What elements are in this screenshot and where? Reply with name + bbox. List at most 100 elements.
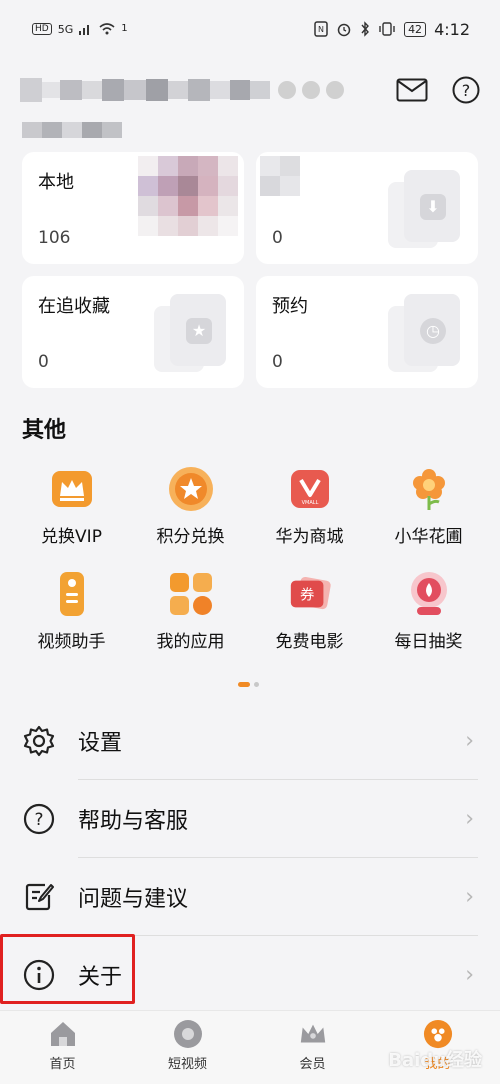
hd-badge: HD bbox=[32, 23, 52, 35]
svg-text:?: ? bbox=[462, 81, 471, 100]
svg-text:N: N bbox=[318, 25, 324, 34]
points-star-icon bbox=[168, 466, 214, 512]
chevron-right-icon: › bbox=[465, 728, 474, 754]
list-item-label: 设置 bbox=[78, 731, 123, 756]
badge-icon bbox=[302, 81, 320, 99]
nav-label: 短视频 bbox=[167, 1057, 207, 1072]
card-following[interactable]: 在追收藏 0 ★ bbox=[22, 276, 244, 388]
other-apps-grid: 兑换VIP 积分兑换 VMALL 华为商城 小华花圃 视频助手 我的应用 券 免 bbox=[12, 466, 488, 652]
app-label: 华为商城 bbox=[275, 527, 344, 547]
feedback-edit-icon bbox=[22, 880, 56, 914]
status-bar: HD 5G 1 N 42 4:12 bbox=[0, 0, 500, 58]
app-label: 兑换VIP bbox=[41, 527, 102, 547]
page-dot-active bbox=[238, 682, 250, 687]
app-daily-lottery[interactable]: 每日抽奖 bbox=[369, 571, 488, 652]
page-dot bbox=[254, 682, 259, 687]
list-item-feedback[interactable]: 问题与建议 › bbox=[0, 858, 500, 936]
badge-icon bbox=[326, 81, 344, 99]
ticket-icon: 券 bbox=[287, 571, 333, 617]
card-reservations[interactable]: 预约 0 ◷ bbox=[256, 276, 478, 388]
bluetooth-icon bbox=[361, 21, 370, 37]
nav-label: 首页 bbox=[49, 1057, 76, 1072]
app-label: 我的应用 bbox=[156, 632, 225, 652]
gear-icon bbox=[22, 724, 56, 758]
battery-indicator: 42 bbox=[404, 21, 427, 37]
nav-membership[interactable]: 会员 bbox=[250, 1011, 375, 1084]
nav-short-video[interactable]: 短视频 bbox=[125, 1011, 250, 1084]
nav-home[interactable]: 首页 bbox=[0, 1011, 125, 1084]
blurred-username[interactable] bbox=[20, 78, 344, 102]
clock-time: 4:12 bbox=[434, 19, 470, 39]
profile-icon bbox=[423, 1019, 453, 1049]
nav-label: 会员 bbox=[299, 1057, 326, 1072]
vip-crown-icon bbox=[49, 466, 95, 512]
signal-icon bbox=[79, 25, 90, 35]
list-item-help[interactable]: ? 帮助与客服 › bbox=[0, 780, 500, 858]
download-icon: ⬇ bbox=[388, 170, 460, 248]
card-count: 0 bbox=[272, 228, 283, 248]
wifi-icon bbox=[99, 23, 115, 35]
flower-icon bbox=[406, 466, 452, 512]
settings-list: 设置 › ? 帮助与客服 › 问题与建议 › 关于 › bbox=[0, 702, 500, 1014]
apps-grid-icon bbox=[168, 571, 214, 617]
remote-icon bbox=[49, 571, 95, 617]
nfc-icon: N bbox=[314, 21, 328, 37]
crown-icon bbox=[298, 1019, 328, 1049]
bottom-nav: 首页 短视频 会员 我的 Baidu经验 bbox=[0, 1010, 500, 1084]
star-icon: ★ bbox=[154, 294, 226, 372]
library-cards: 本地 106 0 ⬇ 在追收藏 0 ★ 预约 0 ◷ bbox=[22, 152, 478, 388]
list-item-settings[interactable]: 设置 › bbox=[0, 702, 500, 780]
vibrate-icon bbox=[379, 22, 395, 36]
badge-icon bbox=[278, 81, 296, 99]
list-item-label: 问题与建议 bbox=[78, 887, 189, 912]
svg-text:?: ? bbox=[34, 810, 43, 830]
card-count: 106 bbox=[38, 228, 71, 248]
card-count: 0 bbox=[38, 352, 49, 372]
app-my-apps[interactable]: 我的应用 bbox=[131, 571, 250, 652]
chevron-right-icon: › bbox=[465, 962, 474, 988]
profile-header: ? bbox=[0, 58, 500, 122]
help-icon[interactable]: ? bbox=[452, 76, 480, 104]
network-badge: 5G bbox=[57, 22, 74, 36]
mail-icon[interactable] bbox=[396, 78, 428, 102]
status-right: N 42 4:12 bbox=[314, 20, 470, 39]
svg-text:VMALL: VMALL bbox=[301, 500, 318, 506]
page-indicator[interactable] bbox=[238, 682, 259, 687]
app-label: 小华花圃 bbox=[394, 527, 463, 547]
blurred-section-heading bbox=[22, 122, 122, 138]
status-left: HD 5G 1 bbox=[32, 23, 128, 36]
card-local[interactable]: 本地 106 bbox=[22, 152, 244, 264]
app-points-exchange[interactable]: 积分兑换 bbox=[131, 466, 250, 547]
question-circle-icon: ? bbox=[22, 802, 56, 836]
home-icon bbox=[48, 1019, 78, 1049]
chevron-right-icon: › bbox=[465, 884, 474, 910]
blurred-title bbox=[260, 156, 300, 196]
app-redeem-vip[interactable]: 兑换VIP bbox=[12, 466, 131, 547]
chevron-right-icon: › bbox=[465, 806, 474, 832]
info-circle-icon bbox=[22, 958, 56, 992]
app-label: 视频助手 bbox=[37, 632, 106, 652]
app-huawei-mall[interactable]: VMALL 华为商城 bbox=[250, 466, 369, 547]
app-flower-garden[interactable]: 小华花圃 bbox=[369, 466, 488, 547]
list-item-label: 帮助与客服 bbox=[78, 809, 189, 834]
app-label: 每日抽奖 bbox=[394, 632, 463, 652]
blurred-thumbnail bbox=[138, 156, 238, 236]
notification-count: 1 bbox=[121, 22, 128, 34]
card-count: 0 bbox=[272, 352, 283, 372]
list-item-label: 关于 bbox=[78, 965, 123, 990]
watermark: Baidu经验 bbox=[388, 1050, 482, 1071]
clock-icon: ◷ bbox=[388, 294, 460, 372]
app-label: 积分兑换 bbox=[156, 527, 225, 547]
lottery-icon bbox=[406, 571, 452, 617]
section-title-other: 其他 bbox=[22, 418, 67, 443]
app-video-assistant[interactable]: 视频助手 bbox=[12, 571, 131, 652]
card-downloads[interactable]: 0 ⬇ bbox=[256, 152, 478, 264]
app-label: 免费电影 bbox=[275, 632, 344, 652]
short-video-icon bbox=[173, 1019, 203, 1049]
vmall-icon: VMALL bbox=[287, 466, 333, 512]
alarm-icon bbox=[337, 23, 351, 37]
level-badges bbox=[278, 81, 344, 99]
app-free-movies[interactable]: 券 免费电影 bbox=[250, 571, 369, 652]
header-actions: ? bbox=[396, 76, 480, 104]
list-item-about[interactable]: 关于 › bbox=[0, 936, 500, 1014]
